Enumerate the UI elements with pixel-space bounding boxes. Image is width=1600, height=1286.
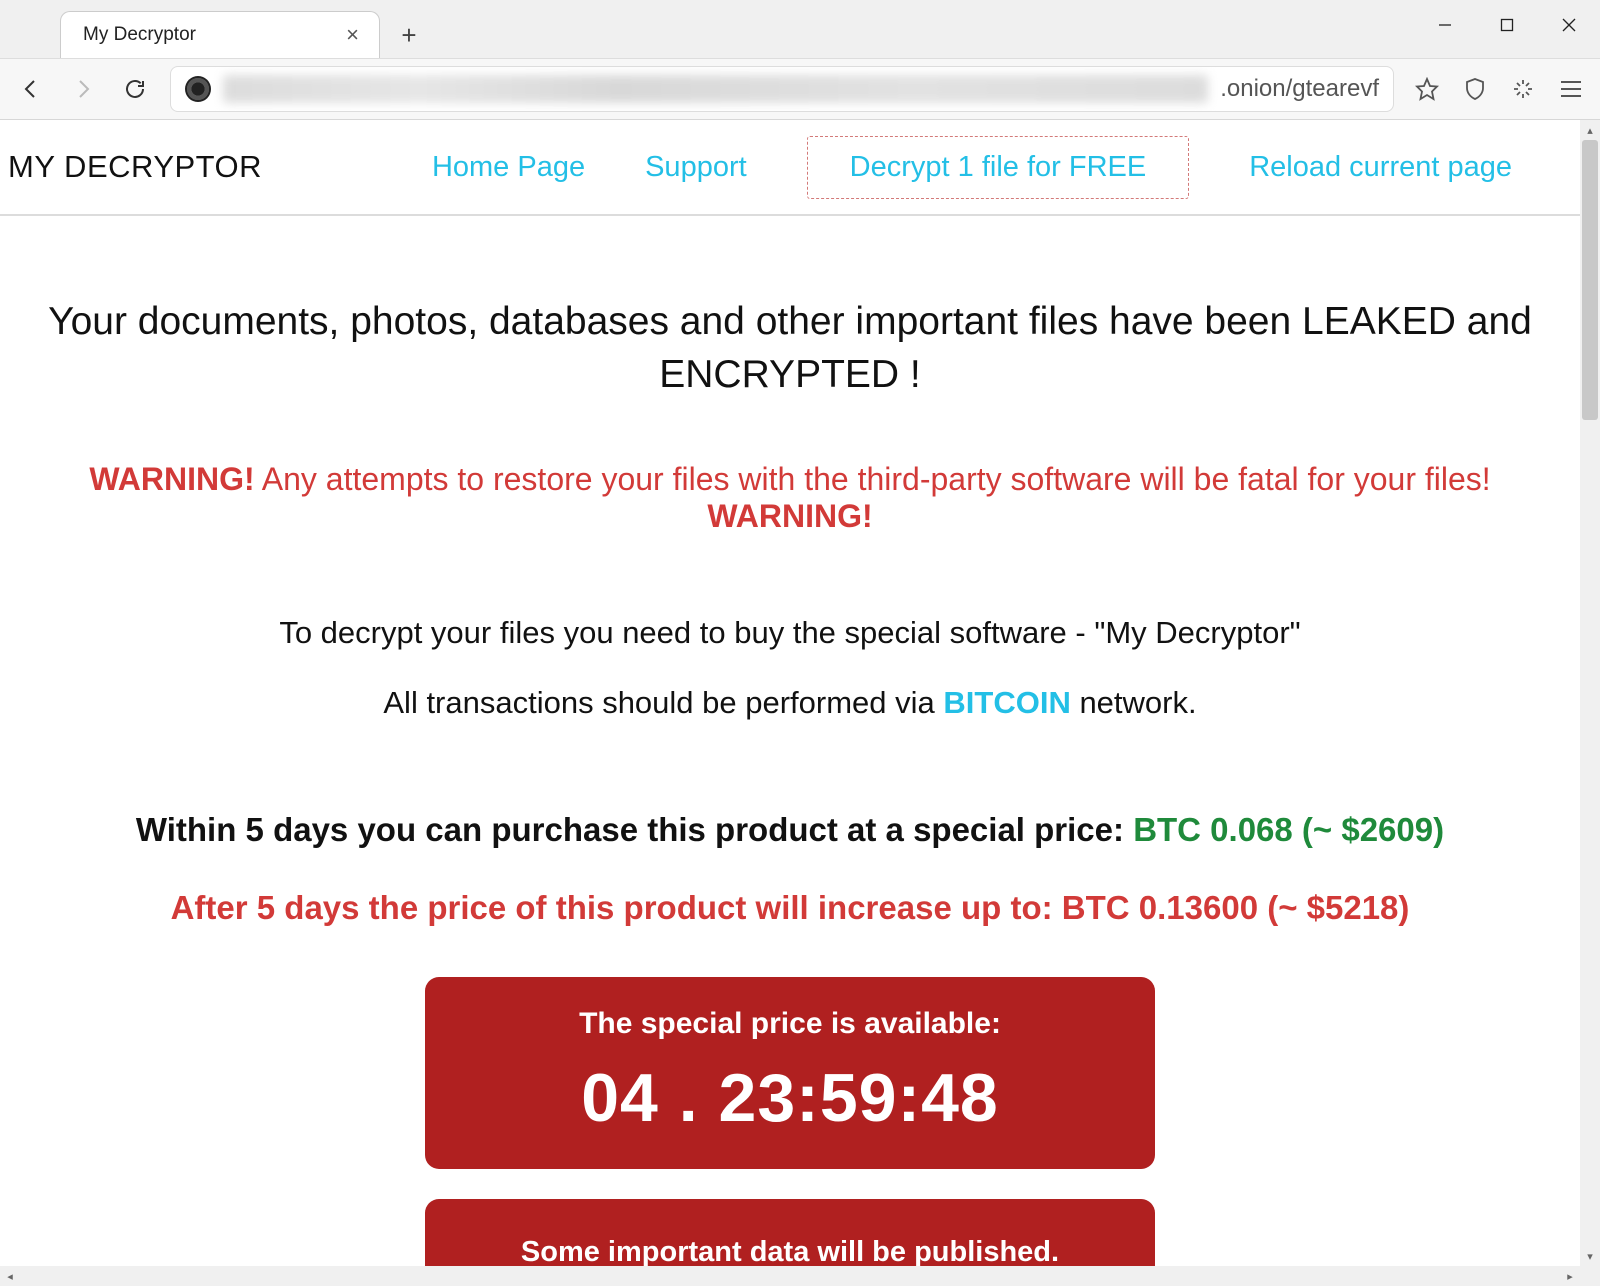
reload-button[interactable]	[118, 72, 152, 106]
info-block: To decrypt your files you need to buy th…	[40, 615, 1540, 721]
vertical-scrollbar[interactable]: ▴ ▾	[1580, 120, 1600, 1266]
scroll-down-button[interactable]: ▾	[1580, 1246, 1600, 1266]
scroll-right-button[interactable]: ▸	[1560, 1266, 1580, 1286]
price-block: Within 5 days you can purchase this prod…	[40, 811, 1540, 927]
warning-line: WARNING! Any attempts to restore your fi…	[40, 461, 1540, 535]
after-amount: BTC 0.13600 (~ $5218)	[1062, 889, 1410, 926]
vscroll-thumb[interactable]	[1582, 140, 1598, 420]
sparkle-icon[interactable]	[1508, 74, 1538, 104]
minimize-button[interactable]	[1414, 0, 1476, 50]
forward-button[interactable]	[66, 72, 100, 106]
scroll-left-button[interactable]: ◂	[0, 1266, 20, 1286]
special-pre: Within 5 days you can purchase this prod…	[136, 811, 1133, 848]
menu-button[interactable]	[1556, 81, 1586, 97]
nav-home[interactable]: Home Page	[432, 151, 585, 184]
horizontal-scrollbar[interactable]: ◂ ▸	[0, 1266, 1580, 1286]
bitcoin-word: BITCOIN	[943, 685, 1070, 720]
onion-icon	[185, 76, 211, 102]
browser-tab[interactable]: My Decryptor ×	[60, 11, 380, 58]
url-bar[interactable]: .onion/gtearevf	[170, 66, 1394, 112]
warning-label-right: WARNING!	[707, 498, 872, 534]
browser-toolbar: .onion/gtearevf	[0, 58, 1600, 120]
publish-line-1: Some important data will be published.	[455, 1229, 1125, 1266]
info-line-2: All transactions should be performed via…	[40, 685, 1540, 721]
nav-decrypt-free[interactable]: Decrypt 1 file for FREE	[807, 136, 1190, 199]
warning-label-left: WARNING!	[89, 461, 254, 497]
back-button[interactable]	[14, 72, 48, 106]
headline: Your documents, photos, databases and ot…	[40, 296, 1540, 401]
window-controls	[1414, 0, 1600, 58]
bookmark-star-icon[interactable]	[1412, 74, 1442, 104]
page-content: Your documents, photos, databases and ot…	[0, 216, 1580, 1266]
countdown-box: The special price is available: 04 . 23:…	[425, 977, 1155, 1169]
publish-warning-box: Some important data will be published. T…	[425, 1199, 1155, 1266]
browser-window: My Decryptor × + .onion/gtearevf MY DECR…	[0, 0, 1600, 1286]
shield-icon[interactable]	[1460, 74, 1490, 104]
page-header: MY DECRYPTOR Home Page Support Decrypt 1…	[0, 120, 1580, 216]
countdown-timer: 04 . 23:59:48	[455, 1059, 1125, 1137]
tab-close-button[interactable]: ×	[340, 20, 365, 50]
titlebar: My Decryptor × +	[0, 0, 1600, 58]
info-line-1: To decrypt your files you need to buy th…	[40, 615, 1540, 651]
page-logo: MY DECRYPTOR	[8, 149, 262, 185]
after-pre: After 5 days the price of this product w…	[171, 889, 1062, 926]
url-visible: .onion/gtearevf	[1220, 75, 1379, 103]
red-boxes: The special price is available: 04 . 23:…	[40, 977, 1540, 1266]
special-price-line: Within 5 days you can purchase this prod…	[40, 811, 1540, 849]
page-viewport: MY DECRYPTOR Home Page Support Decrypt 1…	[0, 120, 1580, 1266]
info2-pre: All transactions should be performed via	[383, 685, 943, 720]
info2-post: network.	[1071, 685, 1197, 720]
new-tab-button[interactable]: +	[390, 16, 428, 54]
nav-support[interactable]: Support	[645, 151, 747, 184]
special-amount: BTC 0.068 (~ $2609)	[1133, 811, 1444, 848]
hscroll-track[interactable]	[20, 1266, 1560, 1286]
warning-text: Any attempts to restore your files with …	[255, 461, 1491, 497]
close-window-button[interactable]	[1538, 0, 1600, 50]
after-price-line: After 5 days the price of this product w…	[40, 889, 1540, 927]
viewport-wrap: MY DECRYPTOR Home Page Support Decrypt 1…	[0, 120, 1600, 1286]
countdown-label: The special price is available:	[455, 1007, 1125, 1041]
url-redacted	[223, 75, 1208, 103]
tab-title: My Decryptor	[83, 24, 196, 46]
nav-reload-page[interactable]: Reload current page	[1249, 151, 1512, 184]
scroll-up-button[interactable]: ▴	[1580, 120, 1600, 140]
maximize-button[interactable]	[1476, 0, 1538, 50]
page-nav: Home Page Support Decrypt 1 file for FRE…	[432, 136, 1512, 199]
vscroll-track[interactable]	[1580, 140, 1600, 1246]
